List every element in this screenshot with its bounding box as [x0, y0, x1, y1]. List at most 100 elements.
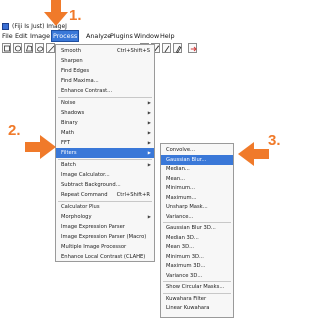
menu-item-math[interactable]: Math ▶: [56, 128, 154, 138]
menu-item-label: Unsharp Mask...: [166, 204, 208, 210]
menu-item-label: Convolve...: [166, 147, 195, 153]
callout-arrow-2: [25, 135, 56, 159]
menu-analyze[interactable]: Analyze: [86, 31, 111, 41]
menu-item-convolve[interactable]: Convolve...: [161, 145, 233, 155]
menu-item-shortcut: Ctrl+Shift+S: [116, 48, 150, 54]
menu-item-gaussian-blur[interactable]: Gaussian Blur...: [161, 154, 233, 165]
brush-tool-icon[interactable]: [162, 43, 171, 53]
menu-item-label: Multiple Image Processor: [61, 244, 127, 250]
menu-item-label: Median...: [166, 166, 190, 172]
menu-image[interactable]: Image: [30, 31, 50, 41]
filters-submenu: Convolve... Gaussian Blur... Median... Mean…: [160, 143, 234, 318]
menu-item-find-edges[interactable]: Find Edges: [56, 66, 154, 76]
menu-item-noise[interactable]: Noise ▶: [56, 98, 154, 108]
menu-item-linear-kuwahara[interactable]: Linear Kuwahara: [161, 303, 233, 313]
menu-item-unsharp-mask[interactable]: Unsharp Mask...: [161, 202, 233, 212]
menu-item-label: Variance 3D...: [166, 272, 203, 279]
menu-plugins[interactable]: Plugins: [110, 31, 133, 41]
app-icon: [2, 23, 9, 30]
menu-item-mean-3d[interactable]: Mean 3D...: [161, 242, 233, 252]
menu-item-variance-3d[interactable]: Variance 3D...: [161, 271, 233, 281]
menu-item-label: Image Expression Parser (Macro): [61, 234, 147, 240]
menu-item-label: Find Edges: [61, 68, 90, 74]
menu-item-morphology[interactable]: Morphology ▶: [56, 212, 154, 222]
menu-item-repeat-command[interactable]: Repeat Command Ctrl+Shift+R: [56, 190, 154, 200]
menu-item-label: Minimum 3D...: [166, 253, 204, 260]
menu-item-label: FFT: [61, 140, 71, 146]
menu-process[interactable]: Process: [50, 30, 80, 42]
menu-item-image-expression-parser-macro[interactable]: Image Expression Parser (Macro): [56, 232, 154, 242]
callout-label-2: 2.: [8, 122, 21, 139]
menu-item-subtract-background[interactable]: Subtract Background...: [56, 180, 154, 190]
menu-item-label: Enhance Contrast...: [61, 88, 113, 94]
submenu-arrow-icon: ▶: [147, 140, 151, 145]
menu-item-enhance-local-contrast-clahe[interactable]: Enhance Local Contrast (CLAHE): [56, 252, 154, 262]
menu-item-label: Binary: [61, 120, 78, 126]
menu-item-median[interactable]: Median...: [161, 164, 233, 174]
submenu-arrow-icon: ▶: [147, 110, 151, 115]
menu-edit[interactable]: Edit: [15, 31, 27, 41]
menu-item-shadows[interactable]: Shadows ▶: [56, 108, 154, 118]
menu-item-maximum-3d[interactable]: Maximum 3D...: [161, 261, 233, 271]
menu-item-variance[interactable]: Variance...: [161, 212, 233, 222]
menu-item-image-expression-parser[interactable]: Image Expression Parser: [56, 222, 154, 232]
dropper-tool-icon[interactable]: [173, 43, 182, 54]
menu-item-label: Repeat Command: [61, 192, 108, 198]
menu-file[interactable]: File: [2, 31, 13, 41]
rectangle-tool-icon[interactable]: [2, 43, 11, 53]
menu-item-label: Gaussian Blur...: [166, 156, 207, 163]
menu-item-label: Batch: [61, 162, 76, 168]
oval-tool-icon[interactable]: [13, 43, 22, 53]
process-menu: Smooth Ctrl+Shift+S Sharpen Find Edges Find …: [55, 44, 155, 262]
menu-item-multiple-image-processor[interactable]: Multiple Image Processor: [56, 242, 154, 252]
menu-item-label: Image Expression Parser: [61, 224, 125, 230]
menu-item-image-calculator[interactable]: Image Calculator...: [56, 170, 154, 180]
submenu-arrow-icon: ▶: [147, 162, 151, 167]
menu-item-median-3d[interactable]: Median 3D...: [161, 233, 233, 243]
menu-item-mean[interactable]: Mean...: [161, 174, 233, 184]
menu-item-shortcut: Ctrl+Shift+R: [116, 192, 150, 198]
line-tool-icon[interactable]: [46, 43, 55, 53]
callout-arrow-1: [44, 0, 68, 26]
menu-item-filters[interactable]: Filters ▶: [56, 148, 154, 158]
submenu-arrow-icon: ▶: [147, 150, 151, 155]
menu-item-label: Noise: [61, 100, 76, 106]
menu-item-smooth[interactable]: Smooth Ctrl+Shift+S: [56, 46, 154, 56]
polygon-tool-icon[interactable]: [24, 43, 33, 53]
menu-item-label: Sharpen: [61, 58, 83, 64]
menu-item-label: Maximum...: [166, 194, 197, 201]
more-tools-icon[interactable]: [188, 43, 197, 53]
menu-window[interactable]: Window: [134, 31, 159, 41]
menu-item-show-circular-masks[interactable]: Show Circular Masks...: [161, 282, 233, 292]
menu-item-label: Filters: [61, 150, 77, 156]
menu-item-gaussian-blur-3d[interactable]: Gaussian Blur 3D...: [161, 223, 233, 233]
menu-item-label: Maximum 3D...: [166, 263, 206, 269]
menu-item-batch[interactable]: Batch ▶: [56, 160, 154, 170]
menu-help[interactable]: Help: [160, 31, 175, 41]
menu-item-label: Math: [61, 130, 74, 136]
menu-item-kuwahara-filter[interactable]: Kuwahara Filter: [161, 294, 233, 304]
submenu-arrow-icon: ▶: [147, 214, 151, 219]
menu-item-fft[interactable]: FFT ▶: [56, 138, 154, 148]
menu-item-binary[interactable]: Binary ▶: [56, 118, 154, 128]
menu-item-minimum[interactable]: Minimum...: [161, 183, 233, 193]
menu-item-label: Morphology: [61, 214, 92, 220]
menu-item-find-maxima[interactable]: Find Maxima...: [56, 76, 154, 86]
submenu-arrow-icon: ▶: [147, 100, 151, 105]
menu-item-label: Kuwahara Filter: [166, 295, 207, 302]
menu-item-label: Image Calculator...: [61, 172, 110, 178]
menu-item-calculator-plus[interactable]: Calculator Plus: [56, 202, 154, 212]
freehand-tool-icon[interactable]: [35, 43, 44, 53]
menu-item-label: Calculator Plus: [61, 204, 100, 210]
menu-item-label: Find Maxima...: [61, 78, 99, 84]
menu-item-maximum[interactable]: Maximum...: [161, 193, 233, 203]
menu-item-label: Variance...: [166, 213, 194, 220]
menu-item-label: Minimum...: [166, 185, 195, 191]
menu-item-label: Show Circular Masks...: [166, 284, 225, 290]
menu-item-label: Linear Kuwahara: [166, 305, 210, 311]
menu-item-label: Subtract Background...: [61, 182, 121, 188]
menu-item-minimum-3d[interactable]: Minimum 3D...: [161, 252, 233, 262]
menu-item-sharpen[interactable]: Sharpen: [56, 56, 154, 66]
menu-item-label: Median 3D...: [166, 234, 199, 241]
menu-item-enhance-contrast[interactable]: Enhance Contrast...: [56, 86, 154, 96]
